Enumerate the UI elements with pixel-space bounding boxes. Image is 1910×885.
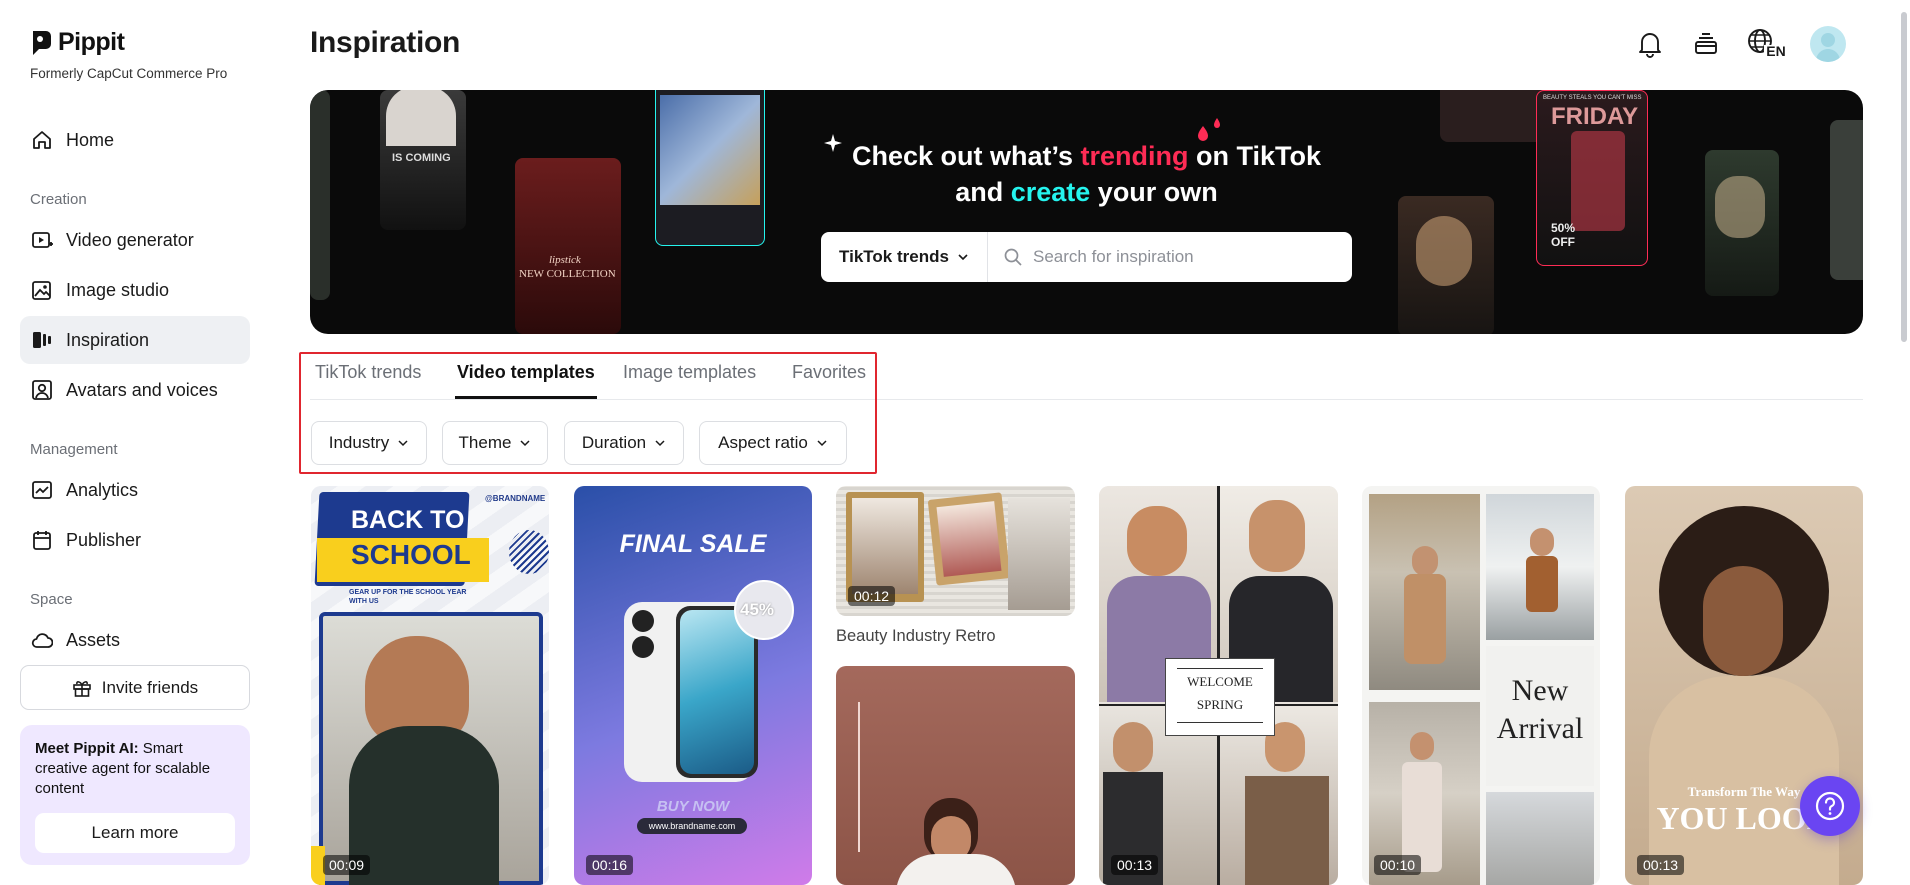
banner-thumb-text: BEAUTY STEALS YOU CAN'T MISS <box>1543 95 1642 101</box>
bell-icon[interactable] <box>1634 27 1666 61</box>
sidebar-item-avatars-and-voices[interactable]: Avatars and voices <box>20 366 250 414</box>
inspiration-search: TikTok trends Search for inspiration <box>821 232 1352 282</box>
avatar[interactable] <box>1810 26 1846 62</box>
inspiration-icon <box>30 328 54 352</box>
card-duration: 00:12 <box>848 586 896 606</box>
sidebar-item-home[interactable]: Home <box>20 116 250 164</box>
sidebar: Pippit Formerly CapCut Commerce Pro Home… <box>0 0 270 885</box>
sidebar-item-label: Video generator <box>66 229 194 250</box>
calendar-icon <box>30 528 54 552</box>
banner-thumb-text: FRIDAY <box>1551 103 1639 130</box>
card-text: BUY NOW <box>656 798 730 815</box>
card-text: BACK TO <box>351 506 465 534</box>
template-card[interactable]: 00:12 <box>836 486 1075 616</box>
invite-friends-label: Invite friends <box>101 677 199 697</box>
language-icon[interactable]: EN <box>1746 27 1786 61</box>
template-card[interactable] <box>836 666 1075 885</box>
template-card[interactable]: New Arrival 00:10 <box>1362 486 1600 885</box>
gift-icon <box>72 680 91 697</box>
trending-banner: IS COMING lipstick NEW COLLECTION BEAUTY… <box>310 90 1863 334</box>
sidebar-item-analytics[interactable]: Analytics <box>20 466 250 514</box>
card-text: New <box>1511 674 1569 707</box>
brand-name: Pippit <box>58 28 125 56</box>
template-card[interactable]: FINAL SALE 45% BUY NOW www.brandname.com… <box>574 486 812 885</box>
sidebar-item-assets[interactable]: Assets <box>20 616 250 664</box>
banner-headline: Check out what’s trending on TikTok and … <box>851 141 1322 207</box>
card-text: www.brandname.com <box>637 818 747 834</box>
template-card[interactable]: WELCOME SPRING 00:13 <box>1099 486 1338 885</box>
question-icon <box>1815 791 1845 821</box>
page-title: Inspiration <box>310 26 461 59</box>
avatar-icon <box>30 378 54 402</box>
search-icon <box>1004 248 1022 266</box>
sidebar-item-video-generator[interactable]: Video generator <box>20 216 250 264</box>
card-duration: 00:13 <box>1637 855 1685 875</box>
search-source-value: TikTok trends <box>839 247 949 266</box>
video-plus-icon <box>30 228 54 252</box>
sidebar-item-image-studio[interactable]: Image studio <box>20 266 250 314</box>
template-card[interactable]: @BRANDNAME BACK TO SCHOOL GEAR UP FOR TH… <box>311 486 549 885</box>
sidebar-item-label: Image studio <box>66 279 170 300</box>
banner-thumbnail <box>1398 196 1494 334</box>
card-text: FINAL SALE <box>619 530 767 558</box>
cloud-icon <box>30 628 54 652</box>
banner-thumb-text: NEW COLLECTION <box>519 268 616 280</box>
tabs-filters-highlight <box>299 352 877 474</box>
card-duration: 00:13 <box>1111 855 1159 875</box>
card-text: SCHOOL <box>351 539 471 570</box>
sidebar-item-label: Avatars and voices <box>66 379 218 400</box>
card-text: WELCOME <box>1187 674 1253 689</box>
pippit-ai-promo: Meet Pippit AI: Smart creative agent for… <box>20 725 250 865</box>
sidebar-item-publisher[interactable]: Publisher <box>20 516 250 564</box>
card-text: 45% <box>740 600 775 619</box>
page-scrollbar[interactable] <box>1900 0 1908 885</box>
scrollbar-thumb[interactable] <box>1901 12 1907 342</box>
section-creation: Creation <box>30 191 87 208</box>
search-placeholder: Search for inspiration <box>1033 247 1194 266</box>
card-duration: 00:09 <box>323 855 371 875</box>
image-edit-icon <box>30 278 54 302</box>
search-input[interactable]: Search for inspiration <box>988 247 1352 267</box>
language-code: EN <box>1766 43 1786 59</box>
home-icon <box>30 128 54 152</box>
invite-friends-button[interactable]: Invite friends <box>20 665 250 710</box>
card-duration: 00:10 <box>1374 855 1422 875</box>
chart-icon <box>30 478 54 502</box>
chevron-down-icon <box>958 254 968 261</box>
card-duration: 00:16 <box>586 855 634 875</box>
brand-logo[interactable]: Pippit <box>30 28 125 57</box>
help-button[interactable] <box>1800 776 1860 836</box>
card-text: Arrival <box>1496 712 1584 745</box>
section-space: Space <box>30 591 73 608</box>
card-title[interactable]: Beauty Industry Retro <box>836 627 996 646</box>
pippit-logo-icon <box>33 30 51 55</box>
brand-subtitle: Formerly CapCut Commerce Pro <box>30 66 228 81</box>
card-text: GEAR UP FOR THE SCHOOL YEAR WITH US <box>349 589 467 605</box>
top-toolbar: EN <box>1634 26 1846 62</box>
banner-thumb-text: lipstick <box>549 254 581 266</box>
layers-icon[interactable] <box>1690 27 1722 61</box>
section-management: Management <box>30 441 118 458</box>
search-source-select[interactable]: TikTok trends <box>821 232 988 282</box>
promo-text: Meet Pippit AI: Smart creative agent for… <box>35 740 211 797</box>
sidebar-item-label: Inspiration <box>66 329 150 350</box>
banner-thumb-text: 50% OFF <box>1551 221 1576 249</box>
sidebar-item-inspiration[interactable]: Inspiration <box>20 316 250 364</box>
card-text: @BRANDNAME <box>485 494 546 503</box>
sidebar-item-label: Assets <box>66 629 121 650</box>
card-text: SPRING <box>1196 697 1244 712</box>
sidebar-item-label: Analytics <box>66 479 139 500</box>
sidebar-item-label: Home <box>66 129 115 150</box>
sidebar-item-label: Publisher <box>66 529 142 550</box>
learn-more-button[interactable]: Learn more <box>35 813 235 853</box>
